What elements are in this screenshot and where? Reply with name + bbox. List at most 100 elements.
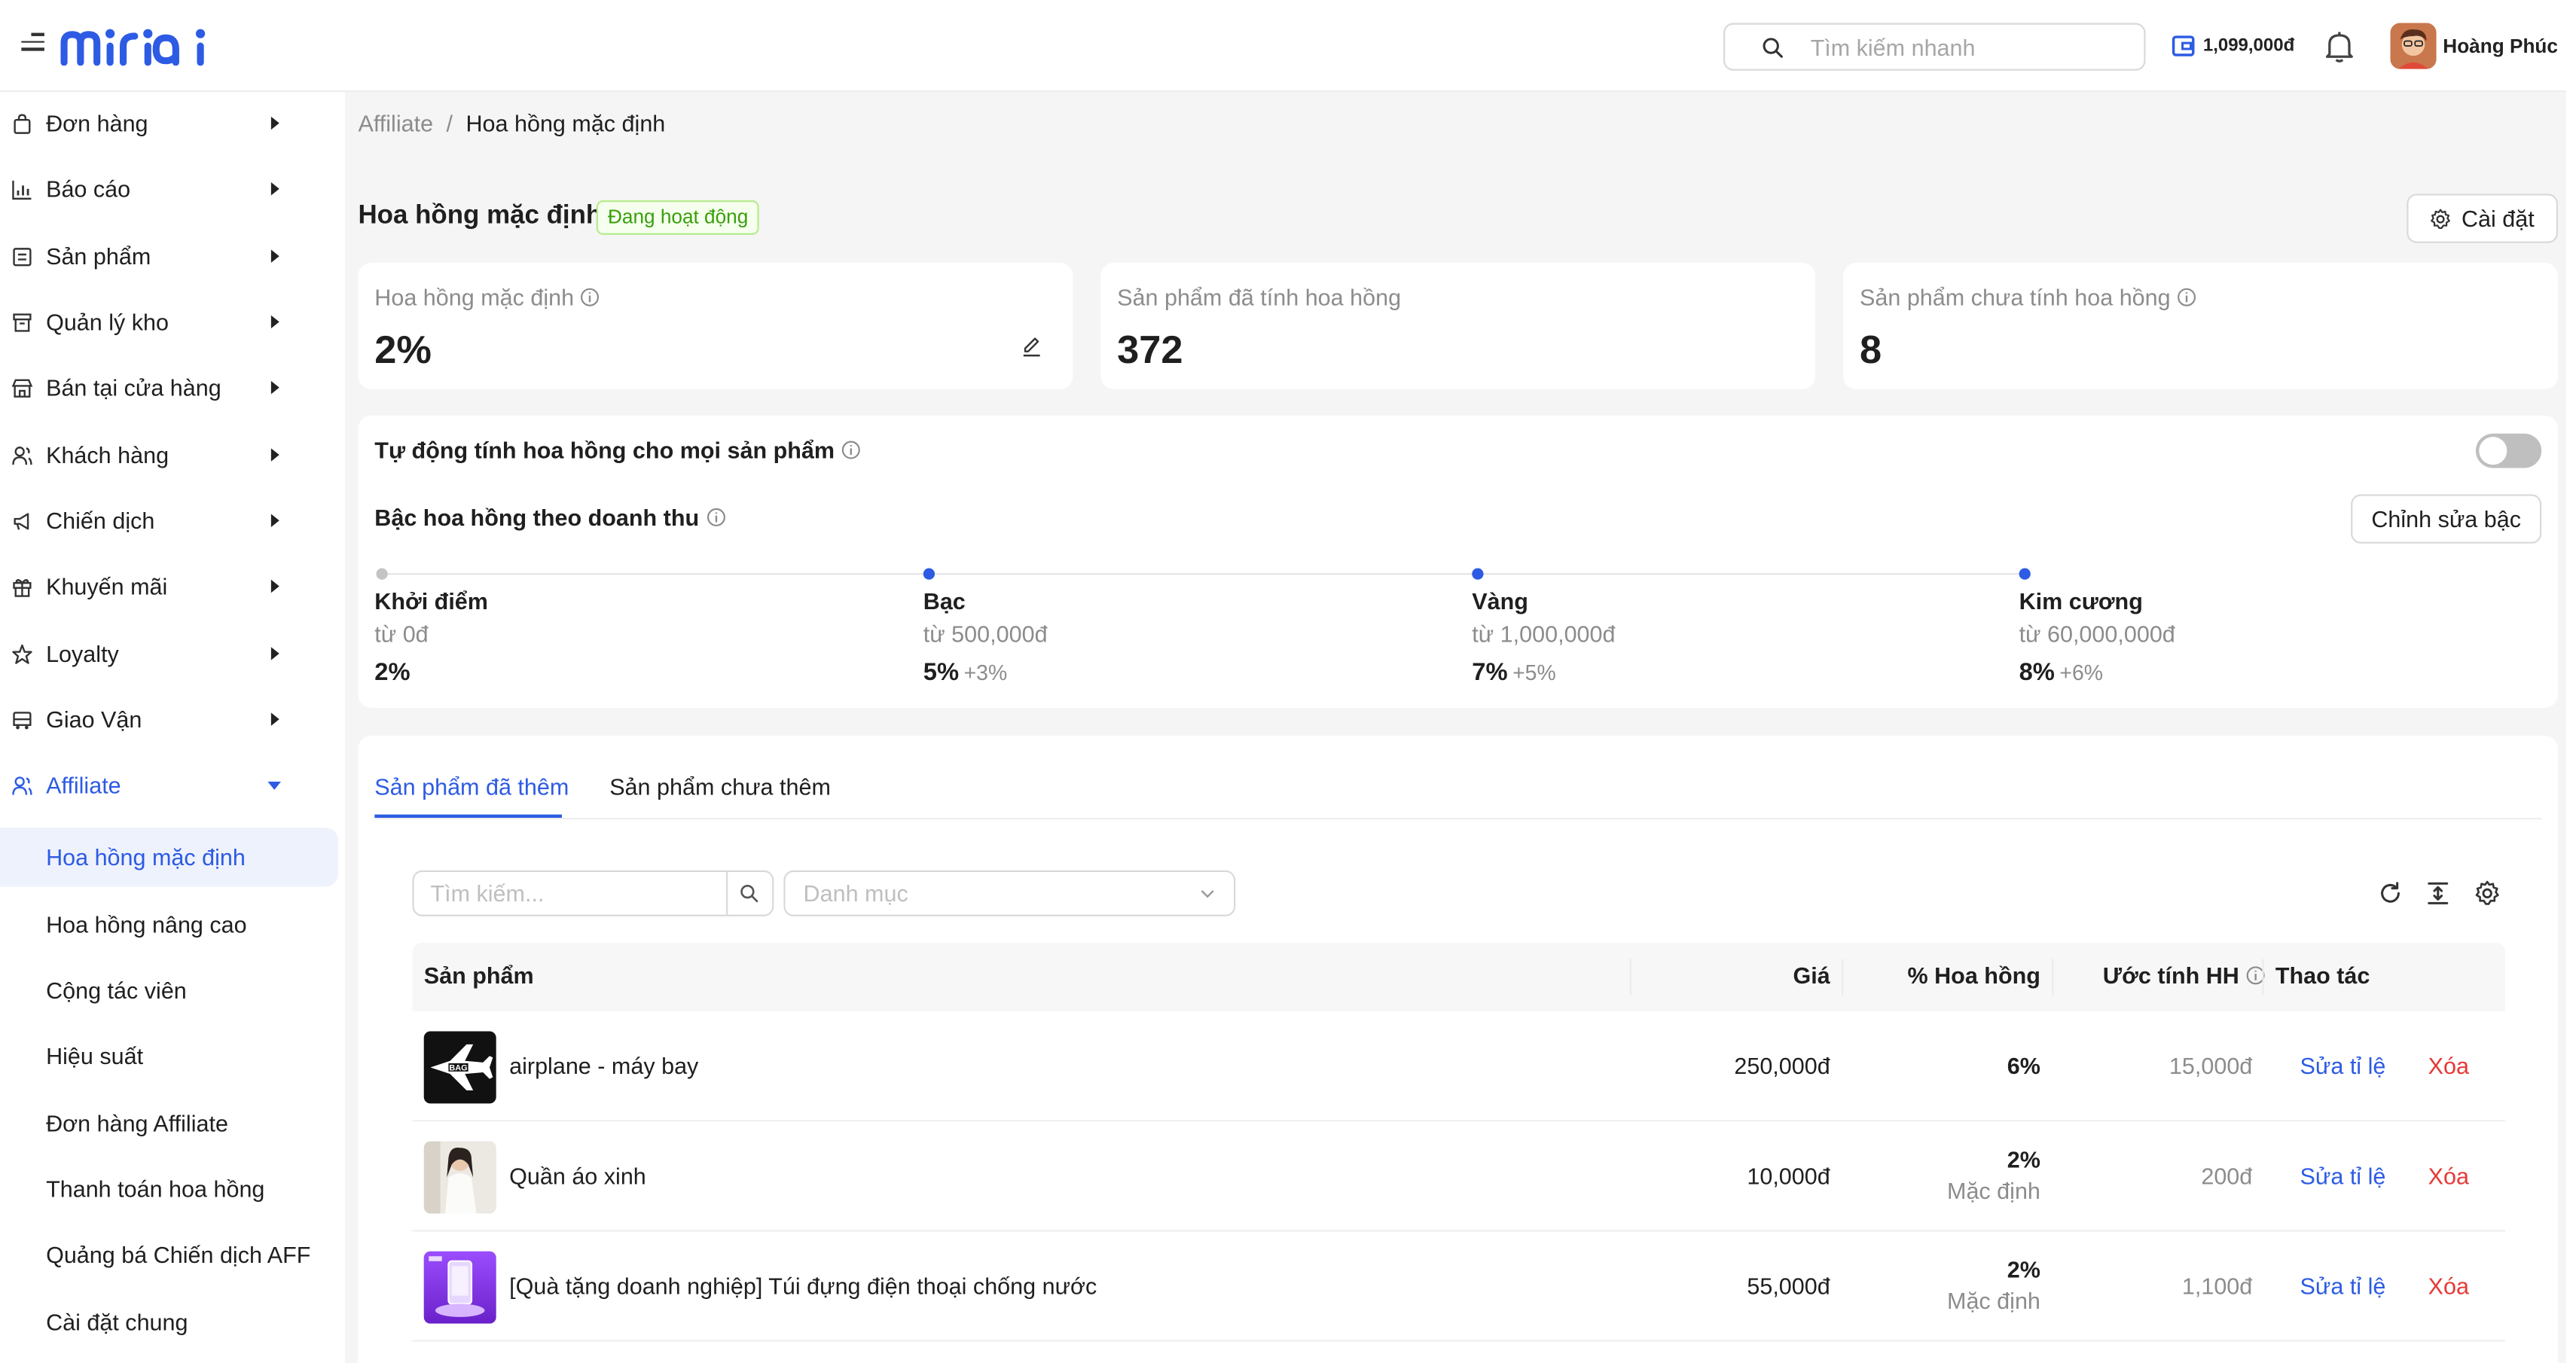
sidebar-subitem-collaborators[interactable]: Cộng tác viên xyxy=(0,961,338,1020)
sidebar-item-warehouse[interactable]: Quản lý kho xyxy=(0,292,345,352)
tier-threshold: từ 500,000đ xyxy=(923,621,1048,648)
sidebar-item-orders[interactable]: Đơn hàng xyxy=(0,93,345,153)
tier-rate-value: 7% xyxy=(1472,658,1508,687)
tier-dot xyxy=(923,568,935,580)
edit-rate-link[interactable]: Sửa tỉ lệ xyxy=(2300,1053,2386,1079)
quick-search[interactable] xyxy=(1723,23,2146,71)
sidebar-subitem-aff-campaign-promo[interactable]: Quảng bá Chiến dịch AFF xyxy=(0,1225,338,1285)
product-rate-note: Mặc định xyxy=(1947,1287,2040,1314)
stat-label: Sản phẩm đã tính hoa hồng xyxy=(1117,284,1401,310)
info-icon[interactable] xyxy=(581,288,600,307)
wallet-icon xyxy=(2172,35,2195,56)
menu-toggle-icon[interactable] xyxy=(21,32,44,53)
tier-name: Vàng xyxy=(1472,587,1528,614)
info-icon[interactable] xyxy=(2177,288,2196,307)
edit-rate-link[interactable]: Sửa tỉ lệ xyxy=(2300,1163,2386,1189)
sidebar-subitem-affiliate-orders[interactable]: Đơn hàng Affiliate xyxy=(0,1093,338,1153)
sidebar-item-reports[interactable]: Báo cáo xyxy=(0,160,345,219)
sidebar-item-promotions[interactable]: Khuyến mãi xyxy=(0,556,345,616)
product-price: 10,000đ xyxy=(1747,1162,1830,1189)
sidebar-subitem-general-settings[interactable]: Cài đặt chung xyxy=(0,1292,338,1352)
product-rate: 6% xyxy=(2007,1052,2040,1079)
stat-label: Sản phẩm chưa tính hoa hồng xyxy=(1860,284,2197,310)
column-header-rate[interactable]: % Hoa hồng xyxy=(1907,962,2040,989)
tier-rate: 8% +6% xyxy=(2019,658,2103,686)
sidebar-item-shipping[interactable]: Giao Vận xyxy=(0,690,345,749)
stat-label-text: Hoa hồng mặc định xyxy=(374,284,575,311)
column-separator xyxy=(1629,959,1631,996)
delete-link[interactable]: Xóa xyxy=(2428,1273,2469,1299)
top-bar: 1,099,000đ Hoàng Phúc xyxy=(0,0,2576,93)
product-estimate: 15,000đ xyxy=(2169,1052,2253,1079)
info-icon[interactable] xyxy=(841,440,861,459)
tier-rate-value: 2% xyxy=(374,658,411,687)
sidebar-item-label: Affiliate xyxy=(46,771,121,798)
stat-card-uncounted-products: Sản phẩm chưa tính hoa hồng 8 xyxy=(1843,262,2558,389)
sidebar-item-campaigns[interactable]: Chiến dịch xyxy=(0,491,345,550)
column-header-estimate[interactable]: Ước tính HH xyxy=(2103,962,2266,989)
product-search[interactable] xyxy=(412,870,774,916)
edit-tiers-button[interactable]: Chỉnh sửa bậc xyxy=(2351,494,2542,544)
caret-right-icon xyxy=(270,116,279,130)
gift-icon xyxy=(13,578,32,596)
category-select[interactable]: Danh mục xyxy=(783,870,1236,916)
sidebar-item-store-sales[interactable]: Bán tại cửa hàng xyxy=(0,358,345,417)
avatar[interactable] xyxy=(2390,23,2437,69)
stat-card-default-commission: Hoa hồng mặc định 2% xyxy=(358,262,1073,389)
caret-right-icon xyxy=(270,380,279,395)
tab-added-products[interactable]: Sản phẩm đã thêm xyxy=(374,773,569,800)
column-header-price[interactable]: Giá xyxy=(1793,962,1830,989)
auto-commission-text: Tự động tính hoa hồng cho mọi sản phẩm xyxy=(374,437,835,463)
quick-search-input[interactable] xyxy=(1810,33,2123,60)
mirai-logo[interactable] xyxy=(60,26,211,66)
product-search-input[interactable] xyxy=(430,880,710,907)
sidebar-item-label: Đơn hàng xyxy=(46,110,148,136)
product-estimate: 200đ xyxy=(2201,1162,2253,1189)
product-name[interactable]: Quần áo xinh xyxy=(509,1163,646,1189)
sidebar-item-label: Khách hàng xyxy=(46,441,169,468)
tier-name: Kim cương xyxy=(2019,587,2143,614)
info-icon[interactable] xyxy=(706,508,725,527)
product-name[interactable]: [Quà tặng doanh nghiệp] Túi đựng điện th… xyxy=(509,1273,1097,1299)
sidebar-item-products[interactable]: Sản phẩm xyxy=(0,227,345,286)
auto-commission-label: Tự động tính hoa hồng cho mọi sản phẩm xyxy=(374,437,861,463)
sidebar-item-affiliate[interactable]: Affiliate xyxy=(0,755,345,815)
sidebar-subitem-performance[interactable]: Hiệu suất xyxy=(0,1026,338,1086)
auto-commission-toggle[interactable] xyxy=(2475,433,2542,468)
gear-icon[interactable] xyxy=(2474,880,2501,907)
edit-icon[interactable] xyxy=(1020,335,1043,358)
tab-not-added-products[interactable]: Sản phẩm chưa thêm xyxy=(609,773,831,800)
product-thumbnail xyxy=(423,1141,496,1214)
affiliate-icon xyxy=(12,776,32,794)
tier-threshold: từ 60,000,000đ xyxy=(2019,621,2175,648)
category-placeholder: Danh mục xyxy=(803,880,908,907)
username[interactable]: Hoàng Phúc xyxy=(2443,35,2558,58)
stat-value: 372 xyxy=(1117,328,1183,374)
table-row: BAG airplane - máy bay 250,000đ 6% 15,00… xyxy=(412,1011,2506,1122)
search-icon[interactable] xyxy=(739,883,758,903)
sidebar-subitem-advanced-commission[interactable]: Hoa hồng nâng cao xyxy=(0,895,338,954)
sidebar-item-loyalty[interactable]: Loyalty xyxy=(0,624,345,684)
caret-right-icon xyxy=(270,579,279,593)
column-height-icon[interactable] xyxy=(2425,880,2451,907)
tier-threshold: từ 1,000,000đ xyxy=(1472,621,1616,648)
edit-rate-link[interactable]: Sửa tỉ lệ xyxy=(2300,1273,2386,1299)
refresh-icon[interactable] xyxy=(2377,880,2404,907)
breadcrumb-root[interactable]: Affiliate xyxy=(358,110,433,136)
avatar-image xyxy=(2390,23,2437,69)
product-rate-note: Mặc định xyxy=(1947,1177,2040,1204)
delete-link[interactable]: Xóa xyxy=(2428,1163,2469,1189)
wallet-balance[interactable]: 1,099,000đ xyxy=(2172,35,2294,58)
tier-rate-value: 5% xyxy=(923,658,960,687)
delete-link[interactable]: Xóa xyxy=(2428,1053,2469,1079)
settings-button[interactable]: Cài đặt xyxy=(2407,194,2558,243)
bell-icon[interactable] xyxy=(2321,28,2358,64)
caret-down-icon xyxy=(267,780,281,789)
sidebar-item-customers[interactable]: Khách hàng xyxy=(0,425,345,485)
column-header-product[interactable]: Sản phẩm xyxy=(424,962,534,989)
product-name[interactable]: airplane - máy bay xyxy=(509,1053,698,1079)
sidebar-subitem-commission-payments[interactable]: Thanh toán hoa hồng xyxy=(0,1160,338,1219)
sidebar-subitem-default-commission[interactable]: Hoa hồng mặc định xyxy=(0,828,339,887)
users-icon xyxy=(12,445,32,465)
stat-value: 2% xyxy=(374,328,432,374)
